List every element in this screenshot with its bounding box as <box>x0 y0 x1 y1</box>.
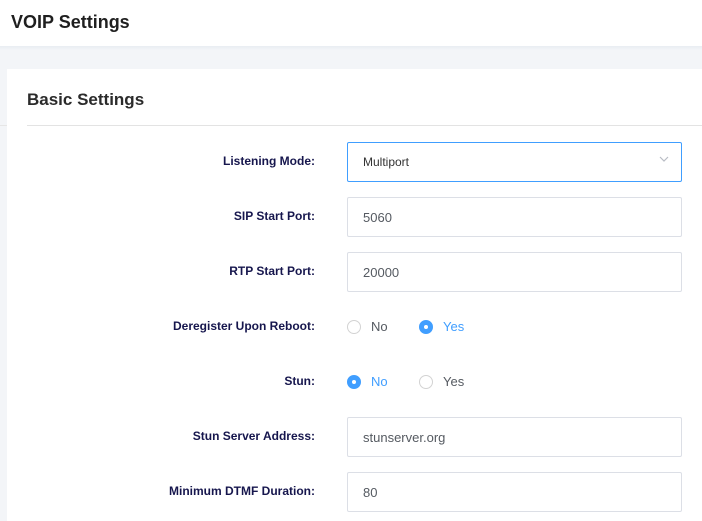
stun-server-address-row: Stun Server Address: stunserver.org <box>7 417 702 457</box>
minimum-dtmf-duration-row: Minimum DTMF Duration: 80 <box>7 472 702 512</box>
chevron-down-icon <box>659 156 669 162</box>
radio-checked-icon <box>347 375 361 389</box>
deregister-yes-label: Yes <box>443 319 465 334</box>
section-title: Basic Settings <box>27 90 145 109</box>
rtp-start-port-input[interactable]: 20000 <box>347 252 682 292</box>
listening-mode-row: Listening Mode: Multiport <box>7 142 702 182</box>
radio-unchecked-icon <box>347 320 361 334</box>
page-title: VOIP Settings <box>11 12 130 32</box>
sip-start-port-value: 5060 <box>363 210 392 225</box>
stun-no-label: No <box>371 374 388 389</box>
minimum-dtmf-duration-value: 80 <box>363 485 378 500</box>
stun-row: Stun: No Yes <box>7 362 702 402</box>
rtp-start-port-row: RTP Start Port: 20000 <box>7 252 702 292</box>
section-divider <box>27 125 702 126</box>
header-shadow <box>0 46 702 50</box>
deregister-upon-reboot-label: Deregister Upon Reboot: <box>172 319 315 333</box>
minimum-dtmf-duration-label: Minimum DTMF Duration: <box>169 484 315 498</box>
minimum-dtmf-duration-input[interactable]: 80 <box>347 472 682 512</box>
stun-yes-label: Yes <box>443 374 465 389</box>
listening-mode-label: Listening Mode: <box>223 154 315 168</box>
sip-start-port-row: SIP Start Port: 5060 <box>7 197 702 237</box>
deregister-upon-reboot-row: Deregister Upon Reboot: No Yes <box>7 307 702 347</box>
left-gutter <box>0 69 7 521</box>
rtp-start-port-label: RTP Start Port: <box>229 264 315 278</box>
stun-server-address-input[interactable]: stunserver.org <box>347 417 682 457</box>
deregister-no-label: No <box>371 319 388 334</box>
stun-server-address-value: stunserver.org <box>363 430 446 445</box>
sip-start-port-label: SIP Start Port: <box>233 209 315 223</box>
sip-start-port-input[interactable]: 5060 <box>347 197 682 237</box>
left-gutter-divider <box>0 125 7 126</box>
radio-checked-icon <box>419 320 433 334</box>
rtp-start-port-value: 20000 <box>363 265 400 280</box>
settings-card: Basic Settings Listening Mode: Multiport… <box>7 69 702 521</box>
page-header: VOIP Settings <box>0 0 702 46</box>
listening-mode-value: Multiport <box>363 155 410 169</box>
radio-unchecked-icon <box>419 375 433 389</box>
listening-mode-select[interactable]: Multiport <box>347 142 682 182</box>
stun-label: Stun: <box>284 374 315 388</box>
stun-server-address-label: Stun Server Address: <box>192 429 315 443</box>
